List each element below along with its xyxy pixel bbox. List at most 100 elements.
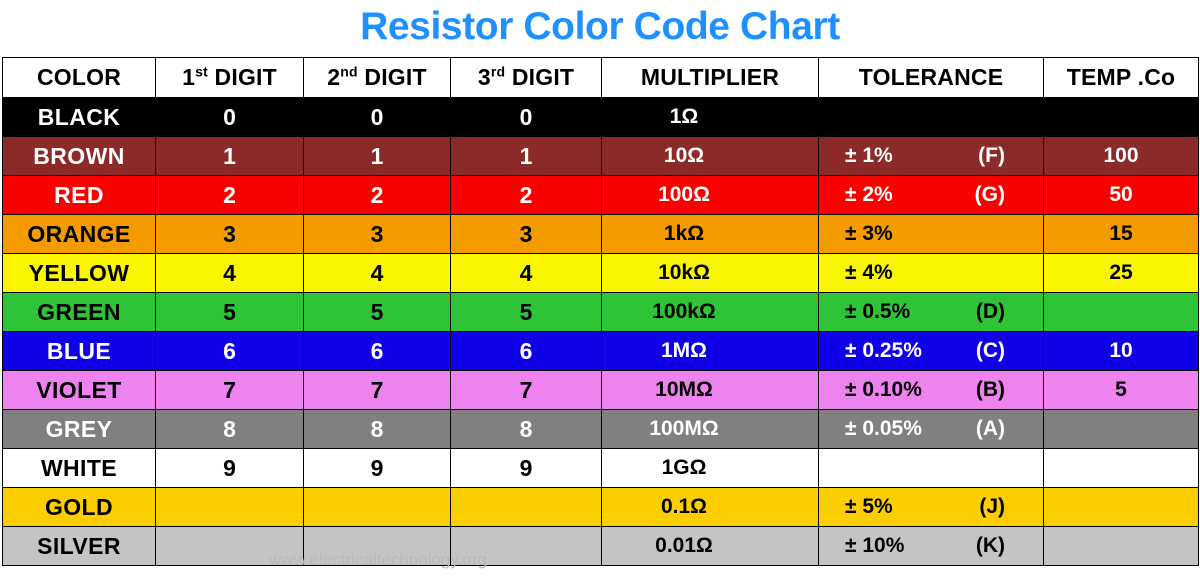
multiplier-value: 10Ω — [663, 144, 705, 167]
multiplier-value: 1Ω — [669, 105, 699, 128]
cell-digit-1: 2 — [155, 175, 304, 215]
cell-temp-co: 25 — [1043, 253, 1199, 293]
table-body: BLACK 0 0 0 1Ω BROWN 1 1 1 10Ω ± 1% (F) 100 RED 2 2 2 100… — [2, 97, 1199, 566]
table-row: YELLOW 4 4 4 10kΩ ± 4% 25 — [2, 253, 1199, 293]
cell-color-name: ORANGE — [2, 214, 156, 254]
tolerance-letter-code: (J) — [979, 495, 1005, 518]
multiplier-value: 0.1Ω — [660, 495, 708, 518]
cell-temp-co — [1043, 487, 1199, 527]
cell-digit-2: 9 — [303, 448, 451, 488]
cell-digit-1: 7 — [155, 370, 304, 410]
cell-digit-1: 3 — [155, 214, 304, 254]
tolerance-wrapper: ± 0.5% (D) — [819, 293, 1043, 331]
table-row: RED 2 2 2 100Ω ± 2% (G) 50 — [2, 175, 1199, 215]
multiplier-value: 1GΩ — [661, 456, 707, 479]
header-label-digit-3: 3 — [477, 64, 491, 90]
cell-tolerance: ± 0.5% (D) — [818, 292, 1044, 332]
cell-digit-3: 5 — [450, 292, 602, 332]
cell-color-name: GREEN — [2, 292, 156, 332]
header-row: COLOR 1st DIGIT 2nd DIGIT 3rd DIGIT MULT… — [2, 57, 1199, 98]
table-row: VIOLET 7 7 7 10MΩ ± 0.10% (B) 5 — [2, 370, 1199, 410]
tolerance-wrapper: ± 5% (J) — [819, 488, 1043, 526]
cell-tolerance: ± 0.10% (B) — [818, 370, 1044, 410]
cell-multiplier: 1kΩ — [601, 214, 819, 254]
multiplier-value: 1MΩ — [660, 339, 707, 362]
cell-digit-2: 2 — [303, 175, 451, 215]
cell-multiplier: 100MΩ — [601, 409, 819, 449]
tolerance-letter-code: (C) — [975, 339, 1005, 362]
header-suffix-1: DIGIT — [207, 64, 277, 90]
table-row: BLACK 0 0 0 1Ω — [2, 97, 1199, 137]
tolerance-value: ± 3% — [845, 222, 893, 245]
cell-color-name: RED — [2, 175, 156, 215]
cell-digit-1: 1 — [155, 136, 304, 176]
column-header-multiplier: MULTIPLIER — [601, 57, 819, 98]
multiplier-value: 0.01Ω — [655, 534, 713, 557]
cell-multiplier: 100kΩ — [601, 292, 819, 332]
tolerance-wrapper: ± 0.25% (C) — [819, 332, 1043, 370]
tolerance-wrapper — [819, 449, 1043, 487]
table-row: WHITE 9 9 9 1GΩ — [2, 448, 1199, 488]
tolerance-wrapper: ± 4% — [819, 254, 1043, 292]
header-label-color: COLOR — [36, 64, 122, 90]
cell-multiplier: 1MΩ — [601, 331, 819, 371]
cell-temp-co — [1043, 97, 1199, 137]
column-header-color: COLOR — [2, 57, 156, 98]
cell-tolerance: ± 2% (G) — [818, 175, 1044, 215]
tolerance-value: ± 0.10% — [845, 378, 922, 401]
header-label-temp-co: TEMP .Co — [1066, 64, 1176, 90]
header-label-tolerance: TOLERANCE — [858, 64, 1004, 90]
cell-color-name: BLACK — [2, 97, 156, 137]
cell-digit-2 — [303, 526, 451, 566]
cell-digit-3: 2 — [450, 175, 602, 215]
cell-tolerance: ± 0.05% (A) — [818, 409, 1044, 449]
tolerance-letter-code: (K) — [975, 534, 1005, 557]
multiplier-value: 1kΩ — [663, 222, 705, 245]
cell-digit-3 — [450, 526, 602, 566]
cell-digit-1: 6 — [155, 331, 304, 371]
cell-multiplier: 100Ω — [601, 175, 819, 215]
tolerance-value: ± 1% — [845, 144, 893, 167]
resistor-color-code-chart-page: Resistor Color Code Chart www.electrical… — [0, 0, 1200, 578]
cell-multiplier: 1Ω — [601, 97, 819, 137]
column-header-digit-1: 1st DIGIT — [155, 57, 304, 98]
cell-multiplier: 0.1Ω — [601, 487, 819, 527]
cell-temp-co — [1043, 292, 1199, 332]
cell-digit-1: 0 — [155, 97, 304, 137]
multiplier-value: 100kΩ — [652, 300, 716, 323]
header-label-digit-1: 1 — [182, 64, 196, 90]
cell-color-name: GREY — [2, 409, 156, 449]
tolerance-value: ± 0.5% — [845, 300, 911, 323]
cell-digit-1: 5 — [155, 292, 304, 332]
cell-multiplier: 0.01Ω — [601, 526, 819, 566]
multiplier-value: 10kΩ — [658, 261, 710, 284]
cell-multiplier: 1GΩ — [601, 448, 819, 488]
cell-temp-co — [1043, 409, 1199, 449]
cell-digit-2: 1 — [303, 136, 451, 176]
resistor-color-code-table: COLOR 1st DIGIT 2nd DIGIT 3rd DIGIT MULT… — [2, 57, 1199, 566]
cell-digit-2: 7 — [303, 370, 451, 410]
cell-digit-2 — [303, 487, 451, 527]
header-label-multiplier: MULTIPLIER — [640, 64, 780, 90]
tolerance-letter-code: (G) — [974, 183, 1005, 206]
cell-temp-co: 10 — [1043, 331, 1199, 371]
tolerance-wrapper — [819, 98, 1043, 136]
table-row: SILVER 0.01Ω ± 10% (K) — [2, 526, 1199, 566]
table-row: BLUE 6 6 6 1MΩ ± 0.25% (C) 10 — [2, 331, 1199, 371]
table-row: GREY 8 8 8 100MΩ ± 0.05% (A) — [2, 409, 1199, 449]
table-header: COLOR 1st DIGIT 2nd DIGIT 3rd DIGIT MULT… — [2, 57, 1199, 98]
column-header-tolerance: TOLERANCE — [818, 57, 1044, 98]
cell-digit-3: 6 — [450, 331, 602, 371]
cell-temp-co: 50 — [1043, 175, 1199, 215]
cell-tolerance — [818, 448, 1044, 488]
cell-multiplier: 10MΩ — [601, 370, 819, 410]
table-row: GOLD 0.1Ω ± 5% (J) — [2, 487, 1199, 527]
tolerance-wrapper: ± 0.10% (B) — [819, 371, 1043, 409]
cell-digit-1: 8 — [155, 409, 304, 449]
cell-tolerance — [818, 97, 1044, 137]
tolerance-value: ± 2% — [845, 183, 893, 206]
tolerance-letter-code: (B) — [975, 378, 1005, 401]
cell-color-name: GOLD — [2, 487, 156, 527]
cell-tolerance: ± 3% — [818, 214, 1044, 254]
cell-digit-3: 9 — [450, 448, 602, 488]
